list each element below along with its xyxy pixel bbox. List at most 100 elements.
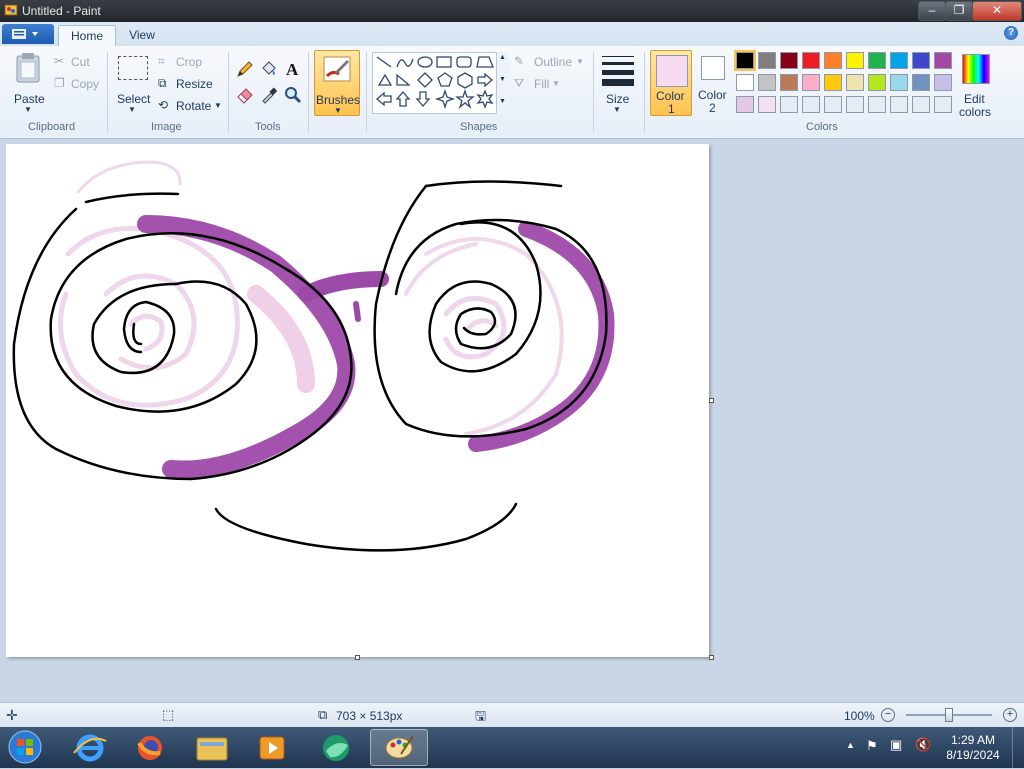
zoom-in-button[interactable]: +: [1003, 708, 1017, 722]
palette-swatch[interactable]: [824, 52, 842, 69]
palette-swatch[interactable]: [802, 52, 820, 69]
maximize-button[interactable]: ❐: [945, 1, 973, 21]
system-clock[interactable]: 1:29 AM 8/19/2024: [940, 733, 1006, 763]
shapes-gallery[interactable]: [372, 52, 508, 114]
palette-swatch[interactable]: [802, 96, 820, 113]
palette-swatch[interactable]: [868, 52, 886, 69]
selection-icon: [118, 56, 148, 80]
palette-swatch[interactable]: [758, 52, 776, 69]
palette-swatch[interactable]: [934, 52, 952, 69]
palette-swatch[interactable]: [912, 52, 930, 69]
palette-swatch[interactable]: [890, 52, 908, 69]
palette-swatch[interactable]: [824, 96, 842, 113]
palette-swatch[interactable]: [912, 74, 930, 91]
shapes-scroll[interactable]: ▲ ▼ ▼: [496, 52, 509, 114]
paint-app-icon: [4, 4, 18, 16]
text-icon: A: [286, 60, 299, 79]
minimize-button[interactable]: –: [918, 1, 946, 21]
close-button[interactable]: ✕: [972, 1, 1022, 21]
palette-swatch[interactable]: [780, 74, 798, 91]
palette-swatch[interactable]: [912, 96, 930, 113]
fill-button[interactable]: ⛛ Fill ▼: [514, 76, 570, 92]
color2-button[interactable]: Color 2: [694, 50, 732, 116]
palette-swatch[interactable]: [846, 52, 864, 69]
volume-muted-icon[interactable]: 🔇: [915, 737, 931, 753]
select-button[interactable]: Select ▼: [114, 50, 152, 116]
edit-colors-button[interactable]: Edit colors: [956, 50, 996, 119]
eyedropper-icon: [262, 87, 278, 104]
firefox-icon: [137, 736, 162, 760]
size-button[interactable]: Size ▼: [598, 50, 638, 116]
paint-menu-button[interactable]: [2, 24, 54, 44]
divider: [308, 52, 309, 132]
group-label-clipboard: Clipboard: [28, 121, 76, 133]
palette-swatch[interactable]: [736, 74, 754, 91]
palette-swatch[interactable]: [802, 74, 820, 91]
copy-button[interactable]: ❐ Copy: [54, 76, 102, 92]
palette-swatch[interactable]: [846, 74, 864, 91]
title-bar: Untitled - Paint – ❐ ✕: [0, 0, 1024, 22]
drawing-artwork: [12, 160, 615, 552]
taskbar-app[interactable]: [310, 729, 362, 766]
folder-icon: [196, 737, 228, 761]
color-picker-tool[interactable]: [258, 84, 280, 106]
zoom-out-button[interactable]: −: [881, 708, 895, 722]
palette-swatch[interactable]: [934, 74, 952, 91]
taskbar-media-player[interactable]: [246, 729, 298, 766]
windows-logo-icon: [8, 730, 42, 764]
palette-swatch[interactable]: [758, 96, 776, 113]
outline-label: Outline: [534, 55, 573, 69]
network-icon[interactable]: ▣: [890, 737, 902, 753]
tab-home[interactable]: Home: [58, 25, 116, 47]
chevron-down-icon: ▼: [128, 105, 136, 114]
drawing-canvas[interactable]: [6, 144, 709, 657]
palette-swatch[interactable]: [846, 96, 864, 113]
show-hidden-icons[interactable]: ▲: [846, 740, 855, 750]
palette-swatch[interactable]: [758, 74, 776, 91]
taskbar-internet-explorer[interactable]: [64, 729, 116, 766]
eraser-icon: [237, 88, 253, 104]
taskbar-paint[interactable]: [370, 729, 428, 766]
chevron-down-icon: ▼: [214, 101, 222, 110]
rotate-button[interactable]: ⟲ Rotate ▼: [158, 98, 222, 114]
palette-swatch[interactable]: [868, 74, 886, 91]
zoom-slider-thumb[interactable]: [945, 708, 953, 722]
resize-handle-right[interactable]: [709, 398, 714, 403]
brushes-button[interactable]: Brushes ▼: [314, 50, 360, 116]
taskbar-firefox[interactable]: [124, 729, 176, 766]
palette-swatch[interactable]: [890, 96, 908, 113]
text-tool[interactable]: A: [282, 58, 304, 80]
show-desktop-button[interactable]: [1012, 727, 1024, 768]
outline-button[interactable]: ✎ Outline ▼: [514, 54, 586, 70]
rotate-label: Rotate: [176, 99, 212, 113]
palette-swatch[interactable]: [780, 96, 798, 113]
size-line-icon: [602, 56, 634, 57]
palette-swatch[interactable]: [890, 74, 908, 91]
palette-swatch[interactable]: [824, 74, 842, 91]
fill-tool[interactable]: [258, 58, 280, 80]
copy-icon: ❐: [54, 76, 65, 90]
palette-swatch[interactable]: [734, 50, 756, 71]
help-icon[interactable]: ?: [1004, 26, 1018, 40]
color1-button[interactable]: Color 1: [650, 50, 692, 116]
cut-button[interactable]: ✂ Cut: [54, 54, 98, 70]
resize-button[interactable]: ⧉ Resize: [158, 76, 214, 92]
canvas-workspace: [0, 139, 1024, 702]
taskbar-file-explorer[interactable]: [186, 729, 238, 766]
start-button[interactable]: [6, 729, 44, 766]
eraser-tool[interactable]: [234, 84, 256, 106]
palette-swatch[interactable]: [934, 96, 952, 113]
resize-handle-corner[interactable]: [709, 655, 714, 660]
size-label: Size: [606, 92, 630, 106]
magnifier-tool[interactable]: [282, 84, 304, 106]
edit-colors-label: Edit: [964, 92, 985, 106]
palette-swatch[interactable]: [780, 52, 798, 69]
crop-button[interactable]: ⌗ Crop: [158, 54, 208, 70]
paste-button[interactable]: Paste ▼: [8, 50, 48, 116]
action-center-flag-icon[interactable]: ⚑: [866, 738, 878, 754]
palette-swatch[interactable]: [736, 96, 754, 113]
resize-handle-bottom[interactable]: [355, 655, 360, 660]
pencil-tool[interactable]: [234, 58, 256, 80]
tab-view[interactable]: View: [118, 25, 166, 46]
palette-swatch[interactable]: [868, 96, 886, 113]
